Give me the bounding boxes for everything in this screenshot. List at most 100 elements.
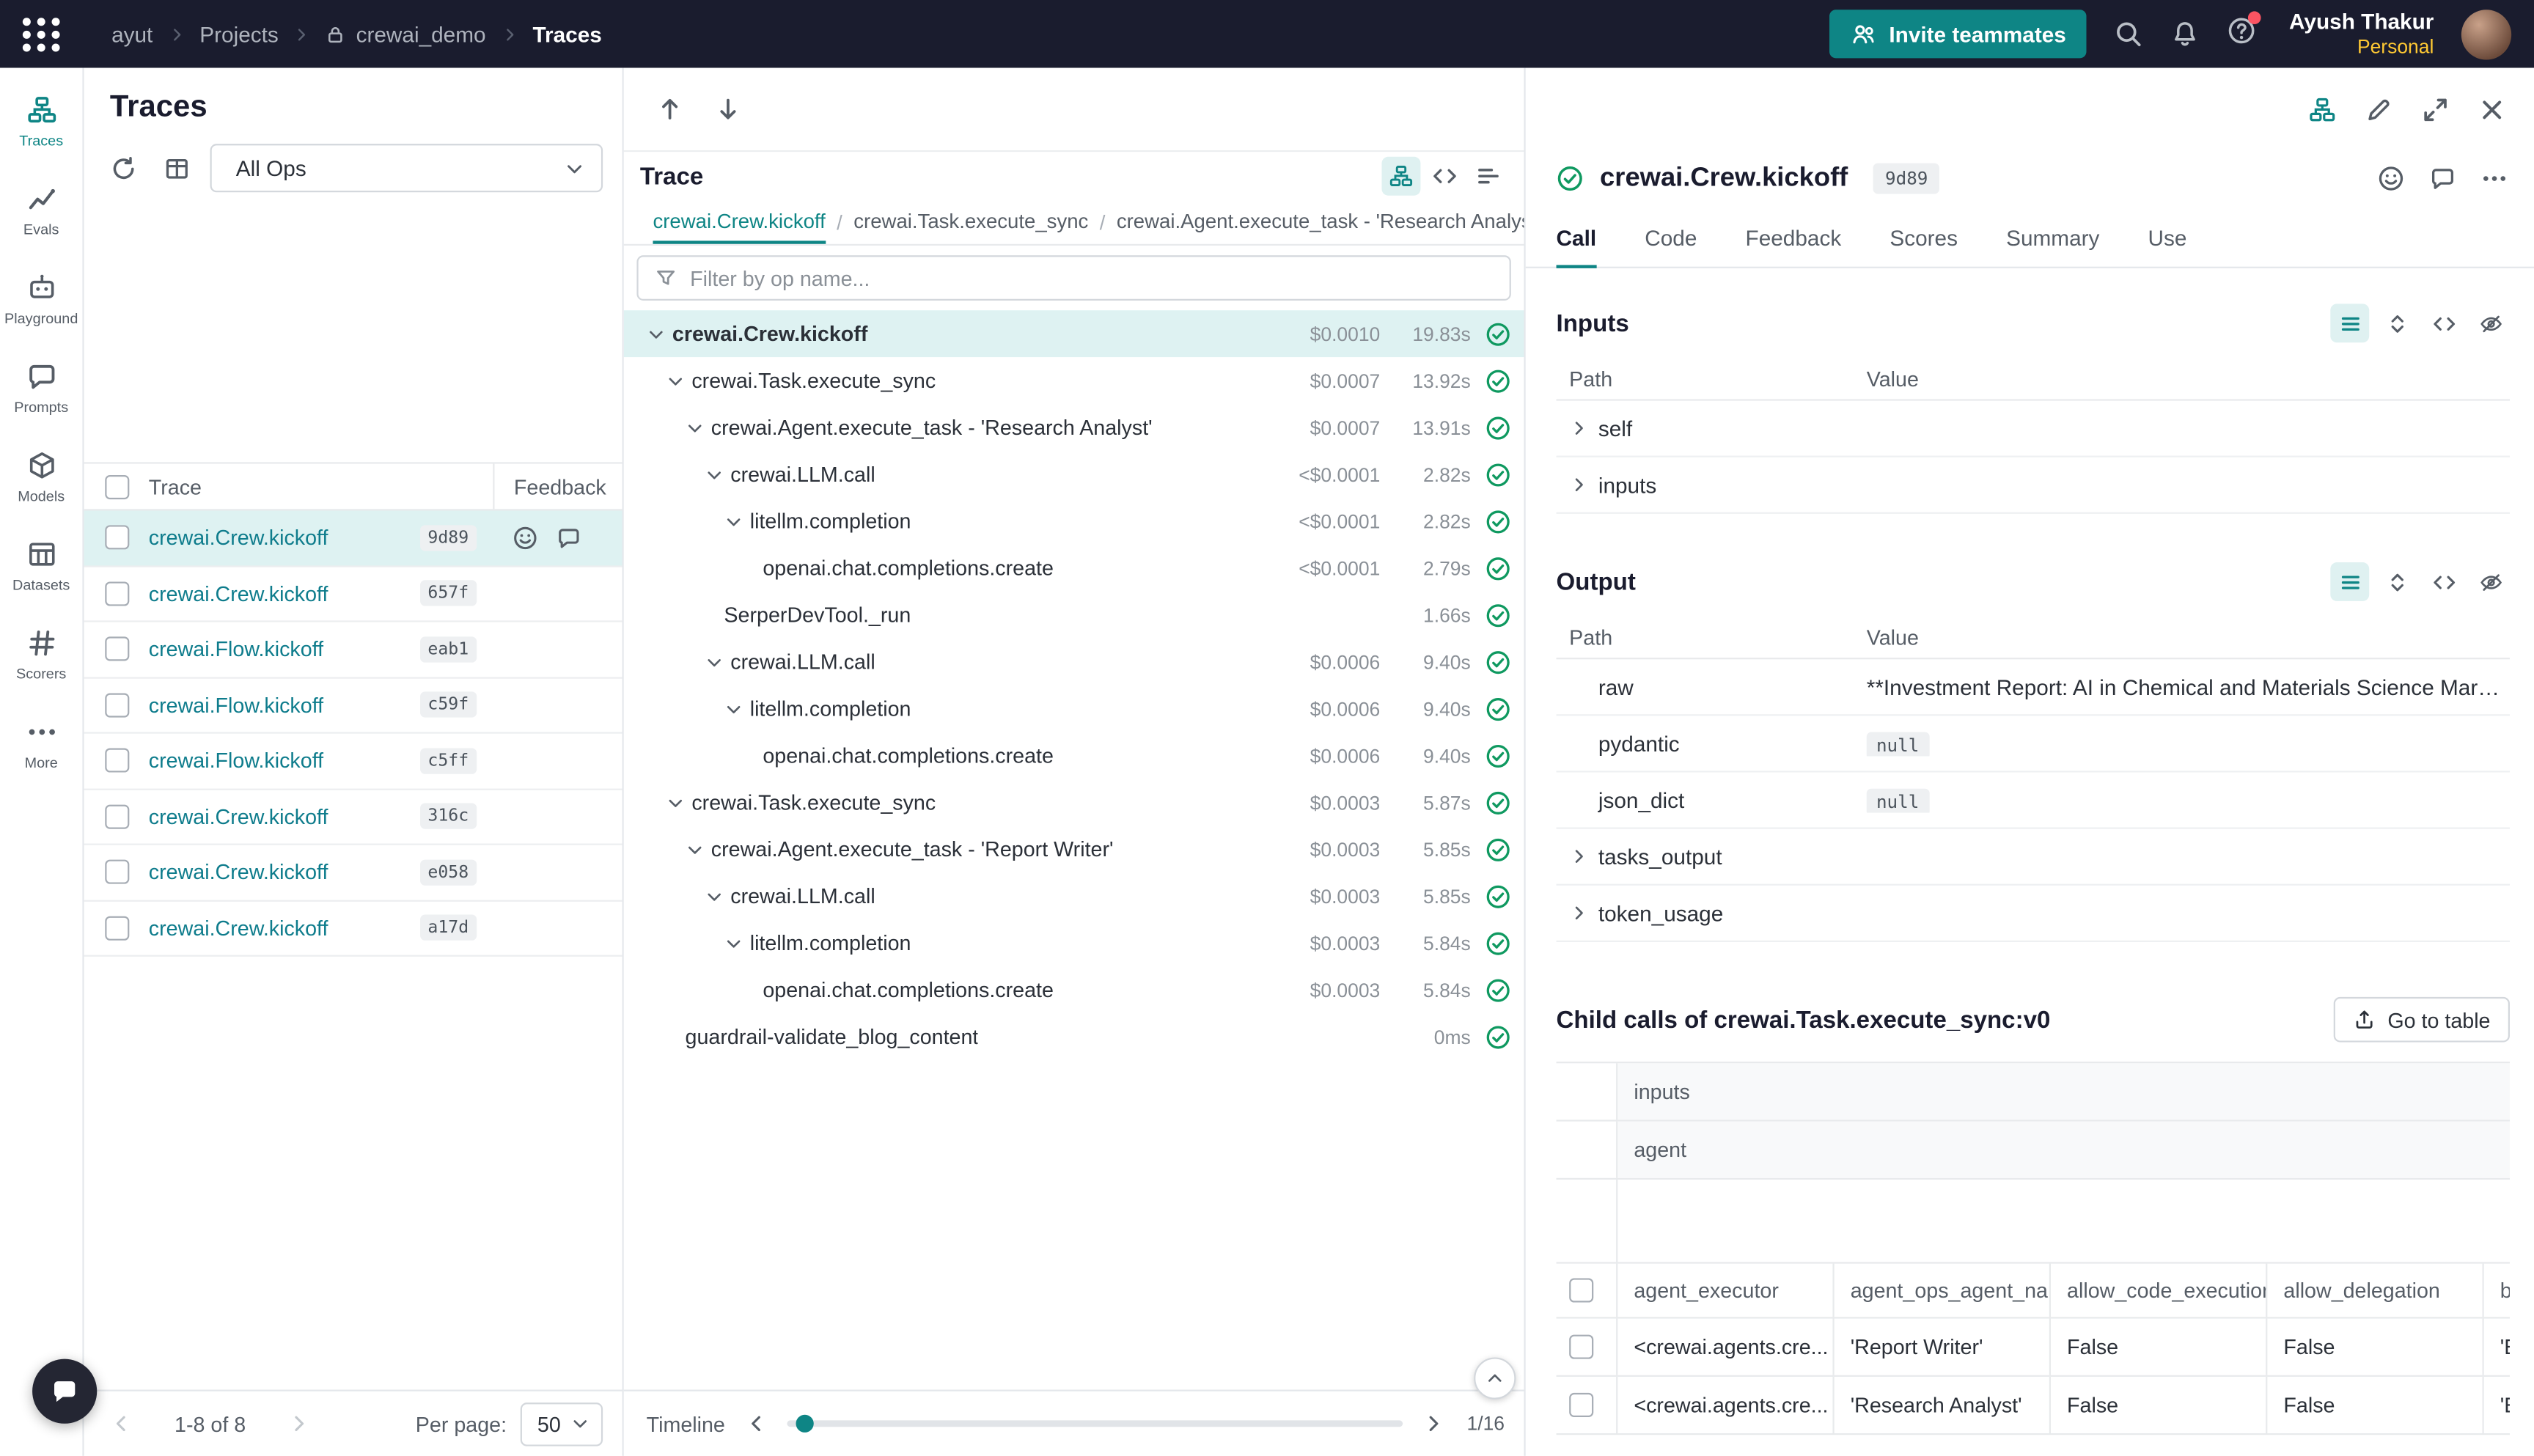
hide-values-button[interactable] <box>2471 562 2510 601</box>
tab-code[interactable]: Code <box>1645 210 1697 268</box>
collapse-toggle[interactable] <box>724 933 749 952</box>
collapse-toggle[interactable] <box>724 699 749 718</box>
breadcrumb-projects[interactable]: Projects <box>199 22 279 46</box>
chevron-right-icon[interactable] <box>1569 475 1588 494</box>
collapse-toggle[interactable] <box>666 371 691 390</box>
tree-row[interactable]: openai.chat.completions.create <$0.0001 … <box>624 545 1524 592</box>
invite-teammates-button[interactable]: Invite teammates <box>1829 10 2087 58</box>
column-header[interactable]: agent_ops_agent_nan <box>1835 1264 2051 1317</box>
tab-use[interactable]: Use <box>2148 210 2187 268</box>
op-filter-select[interactable]: All Ops <box>210 144 603 192</box>
input-row[interactable]: inputs <box>1557 457 2510 514</box>
output-row[interactable]: pydantic null <box>1557 716 2510 772</box>
column-header[interactable]: allow_code_execution <box>2051 1264 2267 1317</box>
trace-row[interactable]: crewai.Flow.kickoff eab1 <box>84 622 623 678</box>
go-to-table-button[interactable]: Go to table <box>2335 997 2510 1043</box>
trace-name[interactable]: crewai.Flow.kickoff <box>149 637 420 661</box>
nav-more[interactable]: More <box>1 706 81 780</box>
row-checkbox[interactable] <box>1569 1393 1593 1417</box>
trace-name[interactable]: crewai.Crew.kickoff <box>149 916 420 940</box>
emoji-feedback-icon[interactable] <box>513 525 538 551</box>
op-name-filter[interactable] <box>636 255 1510 301</box>
edit-pencil-icon[interactable] <box>2365 95 2394 125</box>
timeline-slider-handle[interactable] <box>796 1415 814 1433</box>
tree-row[interactable]: openai.chat.completions.create $0.0006 9… <box>624 732 1524 779</box>
output-row[interactable]: tasks_output <box>1557 829 2510 886</box>
per-page-select[interactable]: 50 <box>520 1402 603 1446</box>
column-header[interactable]: agent_executor <box>1617 1264 1834 1317</box>
tree-view-button[interactable] <box>1382 157 1421 196</box>
collapse-toggle[interactable] <box>705 886 730 905</box>
breadcrumb-project[interactable]: crewai_demo <box>326 22 486 46</box>
trace-row[interactable]: crewai.Crew.kickoff a17d <box>84 901 623 957</box>
call-crumb[interactable]: crewai.Agent.execute_task - 'Research An… <box>1117 200 1524 244</box>
tree-row[interactable]: openai.chat.completions.create $0.0003 5… <box>624 966 1524 1013</box>
more-options-icon[interactable] <box>2480 164 2508 191</box>
op-name-filter-input[interactable] <box>690 266 1493 290</box>
trace-name[interactable]: crewai.Crew.kickoff <box>149 526 420 550</box>
tree-row[interactable]: guardrail-validate_blog_content 0ms <box>624 1013 1524 1060</box>
tree-row[interactable]: litellm.completion $0.0003 5.84s <box>624 919 1524 966</box>
trace-row[interactable]: crewai.Crew.kickoff 657f <box>84 567 623 622</box>
row-checkbox[interactable] <box>105 916 129 940</box>
refresh-button[interactable] <box>103 149 142 188</box>
flame-view-button[interactable] <box>1469 157 1508 196</box>
timeline-prev-icon[interactable] <box>744 1412 767 1435</box>
child-call-row[interactable]: <crewai.agents.cre... 'Report Writer' Fa… <box>1557 1319 2510 1377</box>
tab-summary[interactable]: Summary <box>2006 210 2099 268</box>
comment-feedback-icon[interactable] <box>2429 164 2456 191</box>
timeline-next-icon[interactable] <box>1422 1412 1444 1435</box>
column-header[interactable]: allow_delegation <box>2267 1264 2483 1317</box>
tree-row[interactable]: crewai.LLM.call <$0.0001 2.82s <box>624 451 1524 498</box>
trace-row[interactable]: crewai.Crew.kickoff 316c <box>84 790 623 845</box>
collapse-toggle[interactable] <box>705 465 730 484</box>
select-all-checkbox[interactable] <box>1569 1278 1593 1302</box>
trace-row[interactable]: crewai.Flow.kickoff c5ff <box>84 734 623 790</box>
trace-row[interactable]: crewai.Flow.kickoff c59f <box>84 678 623 734</box>
collapse-toggle[interactable] <box>686 418 711 437</box>
next-call-button[interactable] <box>708 89 746 128</box>
tree-row[interactable]: crewai.Task.execute_sync $0.0003 5.87s <box>624 779 1524 826</box>
row-checkbox[interactable] <box>105 637 129 661</box>
trace-name[interactable]: crewai.Crew.kickoff <box>149 581 420 606</box>
tree-row[interactable]: crewai.LLM.call $0.0003 5.85s <box>624 872 1524 919</box>
previous-call-button[interactable] <box>650 89 688 128</box>
collapse-toggle[interactable] <box>647 324 672 343</box>
chat-launcher-button[interactable] <box>32 1359 97 1424</box>
nav-playground[interactable]: Playground <box>1 262 81 336</box>
tree-row[interactable]: crewai.Agent.execute_task - 'Report Writ… <box>624 826 1524 872</box>
pretty-view-button[interactable] <box>2330 304 2369 342</box>
breadcrumb-page[interactable]: Traces <box>532 22 601 46</box>
tab-call[interactable]: Call <box>1557 210 1597 268</box>
output-row[interactable]: raw **Investment Report: AI in Chemical … <box>1557 659 2510 716</box>
next-page-icon[interactable] <box>288 1412 311 1435</box>
tree-row[interactable]: SerperDevTool._run 1.66s <box>624 592 1524 639</box>
chevron-right-icon[interactable] <box>1569 419 1588 438</box>
trace-name[interactable]: crewai.Flow.kickoff <box>149 693 420 717</box>
hide-values-button[interactable] <box>2471 304 2510 342</box>
json-view-button[interactable] <box>2424 304 2463 342</box>
row-checkbox[interactable] <box>105 526 129 550</box>
row-checkbox[interactable] <box>105 860 129 884</box>
tree-row[interactable]: crewai.Crew.kickoff $0.0010 19.83s <box>624 310 1524 357</box>
collapse-toggle[interactable] <box>724 512 749 531</box>
row-checkbox[interactable] <box>105 693 129 717</box>
select-all-checkbox[interactable] <box>105 474 129 499</box>
row-checkbox[interactable] <box>105 581 129 606</box>
breadcrumb-entity[interactable]: ayut <box>111 22 153 46</box>
nav-datasets[interactable]: Datasets <box>1 529 81 603</box>
column-header[interactable]: b <box>2484 1264 2510 1317</box>
pretty-view-button[interactable] <box>2330 562 2369 601</box>
nav-evals[interactable]: Evals <box>1 173 81 247</box>
collapse-toggle[interactable] <box>705 652 730 671</box>
code-view-button[interactable] <box>1425 157 1464 196</box>
user-avatar[interactable] <box>2461 9 2511 59</box>
collapse-toggle[interactable] <box>686 839 711 858</box>
tab-feedback[interactable]: Feedback <box>1746 210 1842 268</box>
emoji-feedback-icon[interactable] <box>2377 164 2404 191</box>
trace-row[interactable]: crewai.Crew.kickoff 9d89 <box>84 510 623 566</box>
trace-name[interactable]: crewai.Crew.kickoff <box>149 804 420 828</box>
collapse-toggle[interactable] <box>666 793 691 812</box>
nav-traces[interactable]: Traces <box>1 84 81 158</box>
scroll-top-button[interactable] <box>1474 1357 1516 1399</box>
